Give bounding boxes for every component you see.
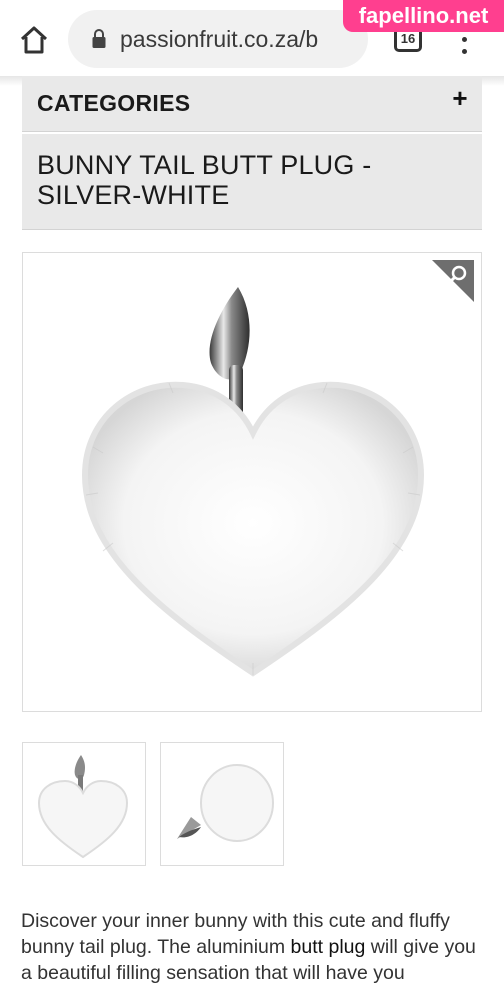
page-title: BUNNY TAIL BUTT PLUG - SILVER-WHITE <box>37 150 372 210</box>
categories-label: CATEGORIES <box>37 90 191 116</box>
magnifier-icon[interactable] <box>432 260 474 302</box>
product-thumbnail[interactable] <box>22 742 146 866</box>
product-photo <box>81 287 425 677</box>
product-thumbnail[interactable] <box>160 742 284 866</box>
product-main-image[interactable] <box>22 252 482 712</box>
tab-count: 16 <box>400 30 416 46</box>
home-icon[interactable] <box>16 22 52 58</box>
url-text: passionfruit.co.za/b <box>120 25 319 52</box>
address-bar[interactable]: passionfruit.co.za/b <box>68 10 368 68</box>
categories-accordion[interactable]: CATEGORIES + <box>22 76 482 132</box>
product-description: Discover your inner bunny with this cute… <box>21 908 486 986</box>
lock-icon <box>92 29 106 48</box>
thumbnail-photo <box>177 764 274 842</box>
product-title-box: BUNNY TAIL BUTT PLUG - SILVER-WHITE <box>22 134 482 230</box>
watermark: fapellino.net <box>343 0 504 32</box>
butt-plug-link[interactable]: butt plug <box>291 936 366 958</box>
plus-icon[interactable]: + <box>450 85 470 111</box>
thumbnail-photo <box>37 755 129 859</box>
